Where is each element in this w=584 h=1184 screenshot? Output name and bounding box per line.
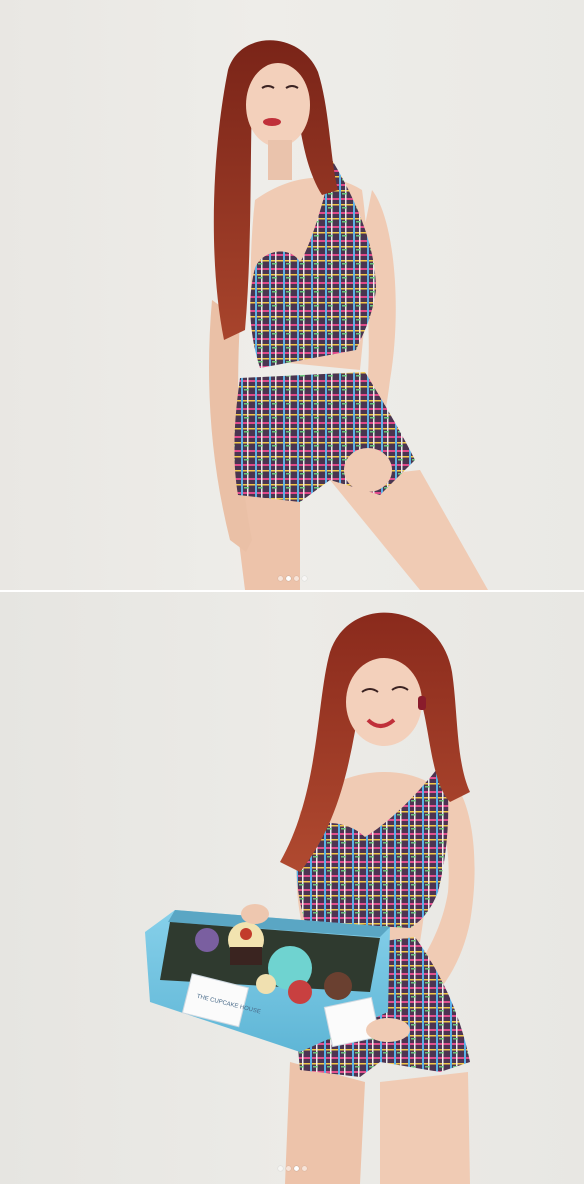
carousel-photo-2[interactable]: THE CUPCAKE HOUSE — [0, 592, 584, 1184]
carousel-dot[interactable] — [285, 1166, 291, 1171]
carousel-dot[interactable] — [301, 576, 307, 581]
carousel-dot[interactable] — [277, 1166, 283, 1171]
carousel-dot-active[interactable] — [285, 576, 291, 581]
carousel-indicator — [0, 1166, 584, 1171]
carousel-dot-active[interactable] — [293, 1166, 299, 1171]
photo-carousel-feed: THE CUPCAKE HOUSE — [0, 0, 584, 1184]
photo-woman-standing — [209, 40, 488, 590]
carousel-dot[interactable] — [293, 576, 299, 581]
carousel-dot[interactable] — [301, 1166, 307, 1171]
photo-woman-with-cupcakes: THE CUPCAKE HOUSE — [145, 612, 475, 1184]
carousel-photo-1[interactable] — [0, 0, 584, 592]
carousel-dot[interactable] — [277, 576, 283, 581]
carousel-indicator — [0, 576, 584, 581]
